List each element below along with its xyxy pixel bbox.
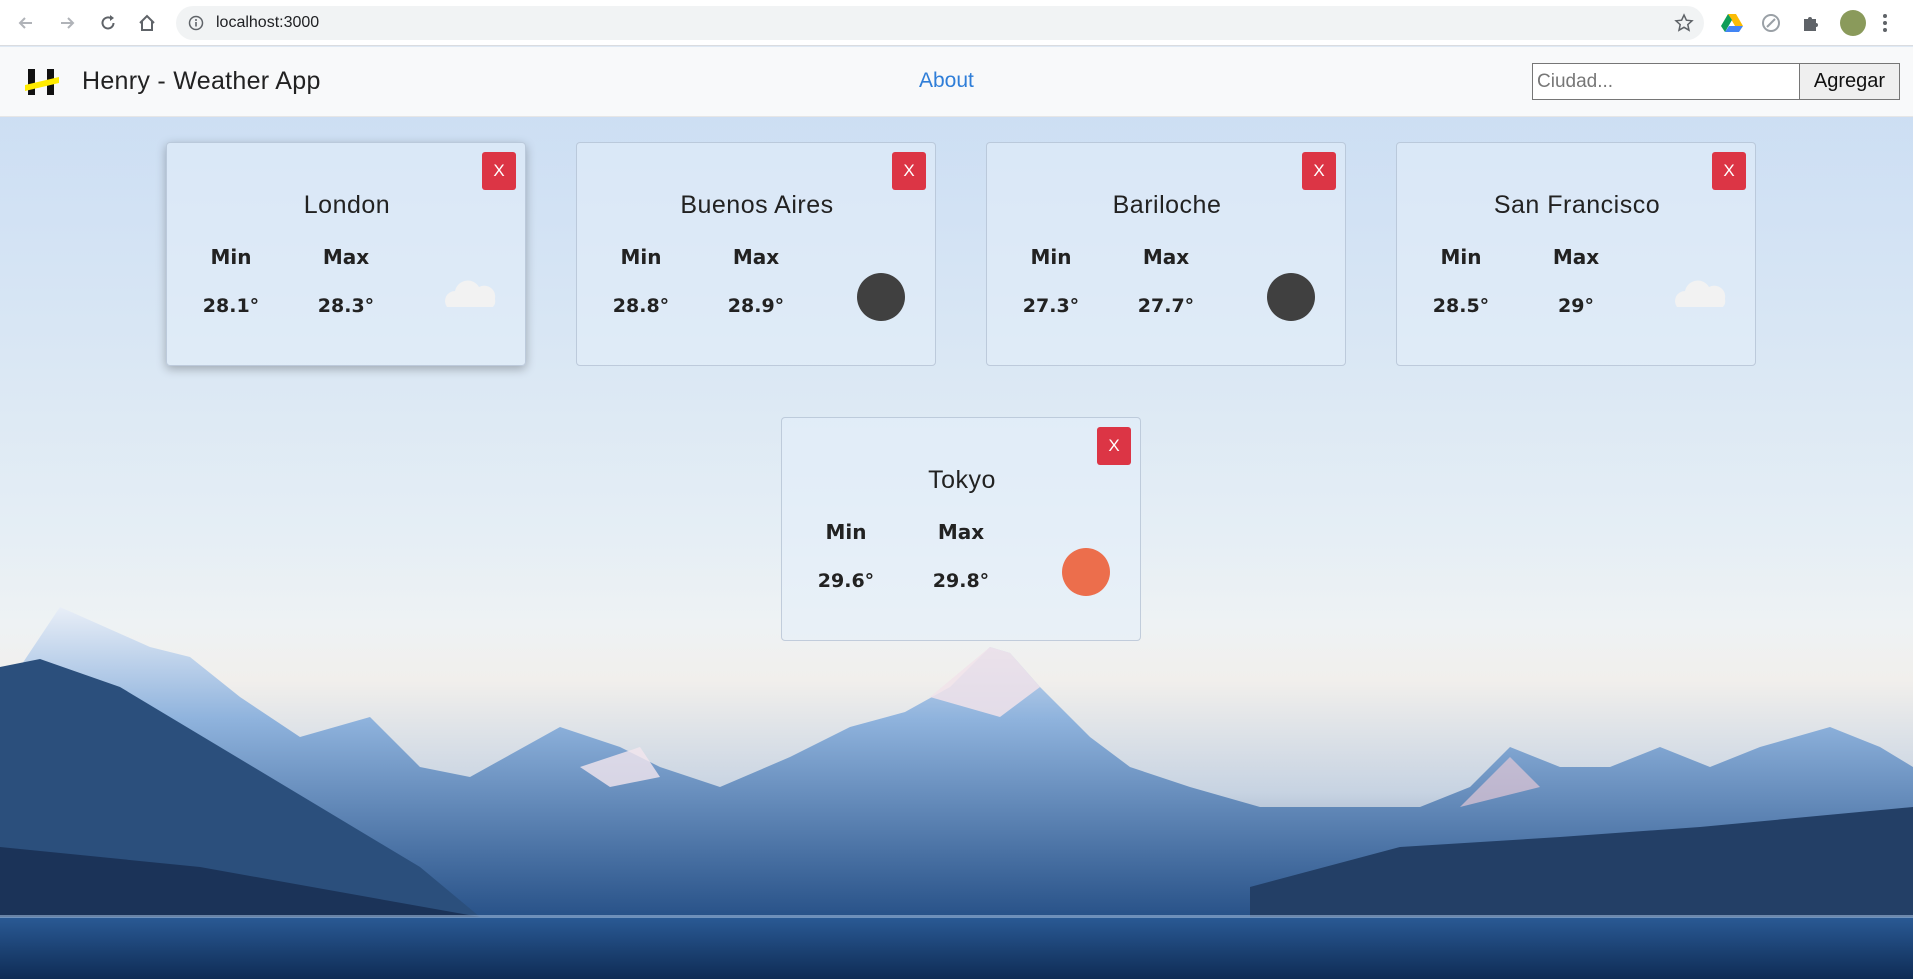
max-label: Max	[1552, 245, 1600, 269]
about-link[interactable]: About	[919, 69, 974, 93]
weather-card: X London Min Max 28.1° 28.3°	[166, 142, 526, 366]
menu-icon[interactable]	[1882, 12, 1888, 34]
close-card-button[interactable]: X	[1097, 427, 1131, 465]
close-card-button[interactable]: X	[1712, 152, 1746, 190]
weather-card: X Tokyo Min Max 29.6° 29.8°	[781, 417, 1141, 641]
city-search-input[interactable]	[1532, 63, 1800, 100]
city-name: Bariloche	[1112, 191, 1222, 219]
max-temp: 29°	[1558, 295, 1594, 317]
home-icon[interactable]	[134, 10, 160, 36]
city-name: London	[303, 191, 391, 219]
info-icon[interactable]	[188, 15, 204, 35]
max-label: Max	[1142, 245, 1190, 269]
min-label: Min	[620, 245, 662, 269]
dark-circle-icon	[847, 263, 915, 331]
city-name: San Francisco	[1493, 191, 1661, 219]
drive-icon[interactable]	[1719, 10, 1745, 36]
page-viewport: Henry - Weather App About Agregar X Londo…	[0, 47, 1913, 979]
dark-circle-icon	[1257, 263, 1325, 331]
max-label: Max	[732, 245, 780, 269]
min-label: Min	[825, 520, 867, 544]
close-card-button[interactable]: X	[892, 152, 926, 190]
max-label: Max	[322, 245, 370, 269]
browser-toolbar: localhost:3000	[0, 0, 1913, 46]
cloud-icon	[437, 263, 505, 331]
min-label: Min	[1030, 245, 1072, 269]
weather-card: X San Francisco Min Max 28.5° 29°	[1396, 142, 1756, 366]
min-temp: 29.6°	[817, 570, 875, 592]
min-temp: 27.3°	[1022, 295, 1080, 317]
city-name: Tokyo	[928, 466, 996, 494]
min-temp: 28.8°	[612, 295, 670, 317]
extension-icon[interactable]	[1758, 10, 1784, 36]
profile-avatar[interactable]	[1840, 10, 1866, 36]
close-card-button[interactable]: X	[1302, 152, 1336, 190]
max-label: Max	[937, 520, 985, 544]
app-brand-title: Henry - Weather App	[82, 67, 321, 95]
max-temp: 27.7°	[1137, 295, 1195, 317]
max-temp: 28.9°	[727, 295, 785, 317]
forward-icon[interactable]	[54, 10, 80, 36]
min-label: Min	[210, 245, 252, 269]
app-navbar: Henry - Weather App About Agregar	[0, 47, 1913, 117]
url-text: localhost:3000	[216, 14, 320, 31]
henry-logo-icon	[25, 65, 59, 99]
back-icon[interactable]	[13, 10, 39, 36]
min-label: Min	[1440, 245, 1482, 269]
reload-icon[interactable]	[95, 10, 121, 36]
max-temp: 29.8°	[932, 570, 990, 592]
weather-card: X Bariloche Min Max 27.3° 27.7°	[986, 142, 1346, 366]
star-icon[interactable]	[1674, 13, 1694, 37]
weather-card: X Buenos Aires Min Max 28.8° 28.9°	[576, 142, 936, 366]
puzzle-icon[interactable]	[1798, 10, 1824, 36]
close-card-button[interactable]: X	[482, 152, 516, 190]
sun-icon	[1052, 538, 1120, 606]
address-bar[interactable]: localhost:3000	[176, 6, 1704, 40]
add-city-button[interactable]: Agregar	[1799, 63, 1900, 100]
max-temp: 28.3°	[317, 295, 375, 317]
min-temp: 28.5°	[1432, 295, 1490, 317]
min-temp: 28.1°	[202, 295, 260, 317]
cloud-icon	[1667, 263, 1735, 331]
city-name: Buenos Aires	[680, 191, 834, 219]
